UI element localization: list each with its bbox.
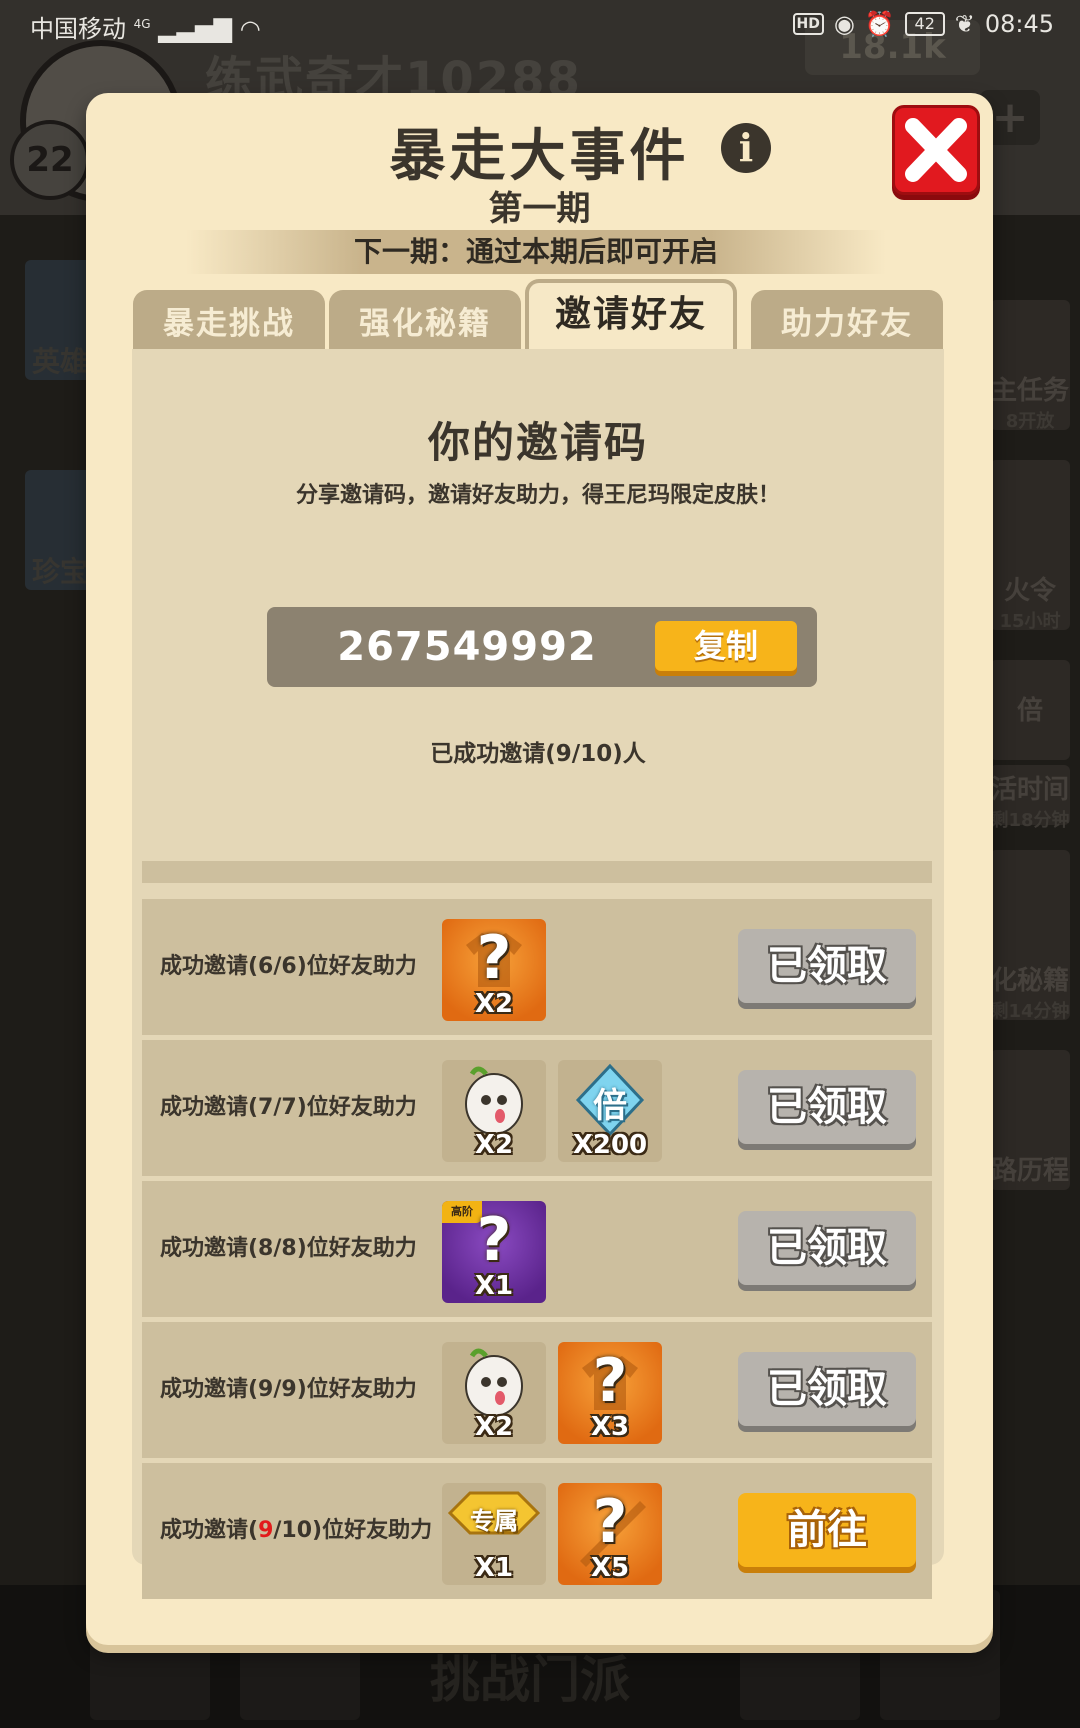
event-modal: 暴走大事件 i 第一期 下一期：通过本期后即可开启 暴走挑战 强化秘籍 邀请好友… (86, 93, 993, 1645)
invite-code-title: 你的邀请码 (427, 418, 648, 467)
row-label: 成功邀请(9/10)位好友助力 (160, 1518, 433, 1543)
carrier-name: 中国移动 (30, 15, 126, 43)
clock-time: 08:45 (984, 10, 1054, 38)
reward-qty: X1 (474, 1271, 514, 1301)
hd-badge: HD (792, 13, 824, 35)
question-mark-icon: ? (476, 1205, 512, 1275)
row-label: 成功邀请(7/7)位好友助力 (160, 1095, 417, 1120)
reward-row: 成功邀请(8/8)位好友助力 高阶 ? X1 已领取 (142, 1181, 932, 1317)
invite-code-box: 267549992 复制 (267, 607, 817, 687)
claimed-button[interactable]: 已领取 (738, 1070, 916, 1144)
wangnima-avatar-icon[interactable]: X2 (442, 1060, 546, 1162)
claimed-button[interactable]: 已领取 (738, 1352, 916, 1426)
alarm-icon: ⏰ (864, 10, 895, 38)
mystery-shirt-icon[interactable]: ? X3 (558, 1342, 662, 1444)
invite-panel: 你的邀请码 分享邀请码，邀请好友助力，得王尼玛限定皮肤！ 267549992 复… (132, 349, 944, 1599)
reward-qty: X2 (474, 1412, 514, 1442)
status-bar: 中国移动 4G ▂▃▅▇ ◠ HD ◉ ⏰ 42 ❦ 08:45 (0, 0, 1080, 48)
invite-code-value[interactable]: 267549992 (287, 607, 647, 687)
advanced-mystery-icon[interactable]: 高阶 ? X1 (442, 1201, 546, 1303)
question-mark-icon: ? (476, 923, 512, 993)
reward-row: 成功邀请(6/6)位好友助力 ? X2 已领取 (142, 899, 932, 1035)
row-label: 成功邀请(8/8)位好友助力 (160, 1236, 417, 1261)
tab-strengthen-secrets[interactable]: 强化秘籍 (329, 290, 521, 350)
claimed-button[interactable]: 已领取 (738, 1211, 916, 1285)
mystery-sword-icon[interactable]: ? X5 (558, 1483, 662, 1585)
question-mark-icon: ? (592, 1487, 628, 1557)
close-icon (905, 118, 967, 182)
wangnima-face-icon (465, 1066, 523, 1135)
info-icon[interactable]: i (721, 123, 771, 173)
go-button[interactable]: 前往 (738, 1493, 916, 1567)
reward-qty: X2 (474, 989, 514, 1019)
wifi-icon: ◠ (239, 15, 261, 43)
status-left: 中国移动 4G ▂▃▅▇ ◠ (30, 0, 261, 53)
exclusive-badge-icon[interactable]: 专属 X1 (442, 1483, 546, 1585)
reward-qty: X2 (474, 1130, 514, 1160)
claimed-button[interactable]: 已领取 (738, 929, 916, 1003)
question-mark-icon: ? (592, 1346, 628, 1416)
modal-title: 暴走大事件 (389, 124, 690, 189)
reward-qty: X5 (590, 1553, 630, 1583)
copy-button[interactable]: 复制 (655, 621, 797, 671)
row-label: 成功邀请(6/6)位好友助力 (160, 954, 417, 979)
exclusive-glyph: 专属 (470, 1507, 518, 1535)
double-diamond-icon[interactable]: 倍 X200 (558, 1060, 662, 1162)
wangnima-face-icon (465, 1348, 523, 1417)
mystery-shirt-icon[interactable]: ? X2 (442, 919, 546, 1021)
progress-highlight: 9 (258, 1518, 274, 1543)
reward-qty: X3 (590, 1412, 630, 1442)
eye-icon: ◉ (833, 10, 855, 38)
reward-qty: X1 (474, 1553, 514, 1583)
status-right: HD ◉ ⏰ 42 ❦ 08:45 (792, 0, 1054, 48)
wangnima-avatar-icon[interactable]: X2 (442, 1342, 546, 1444)
double-glyph: 倍 (593, 1086, 627, 1126)
signal-icon: ▂▃▅▇ (158, 15, 233, 43)
reward-qty: X200 (572, 1130, 648, 1160)
modal-subtitle: 第一期 (488, 189, 591, 229)
tab-rampage-challenge[interactable]: 暴走挑战 (133, 290, 325, 350)
reward-list-partial-row (142, 861, 932, 883)
next-period-banner: 下一期：通过本期后即可开启 (186, 230, 886, 274)
reward-row: 成功邀请(7/7)位好友助力 X2 倍 X200 已领取 (142, 1040, 932, 1176)
tab-help-friends[interactable]: 助力好友 (751, 290, 943, 350)
reward-row: 成功邀请(9/10)位好友助力 专属 X1 ? X5 前往 (142, 1463, 932, 1599)
invite-description: 分享邀请码，邀请好友助力，得王尼玛限定皮肤！ (295, 483, 780, 508)
invited-count: 已成功邀请(9/10)人 (430, 741, 646, 767)
leaf-icon: ❦ (954, 10, 975, 38)
battery-icon: 42 (904, 12, 945, 36)
tab-invite-friends[interactable]: 邀请好友 (525, 279, 737, 351)
row-label: 成功邀请(9/9)位好友助力 (160, 1377, 417, 1402)
reward-row: 成功邀请(9/9)位好友助力 X2 ? X3 已领取 (142, 1322, 932, 1458)
network-type: 4G (133, 17, 151, 31)
